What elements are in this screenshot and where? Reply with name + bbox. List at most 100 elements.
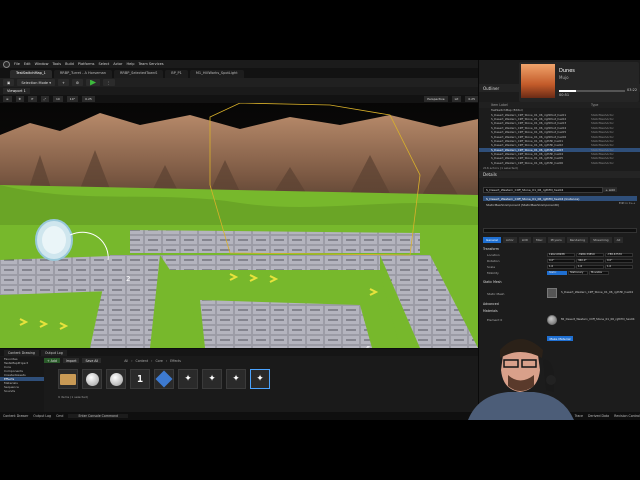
status-cmd[interactable]: Cmd bbox=[56, 414, 63, 418]
menu-build[interactable]: Build bbox=[65, 62, 74, 66]
transform-rotate-icon[interactable]: ⟳ bbox=[28, 96, 37, 102]
category-tab[interactable]: Actor bbox=[502, 237, 517, 243]
status-revision-control[interactable]: Revision Control bbox=[614, 414, 640, 418]
grid-snap-value[interactable]: 10 bbox=[52, 96, 63, 102]
status-output-log[interactable]: Output Log bbox=[33, 414, 51, 418]
menu-select[interactable]: Select bbox=[98, 62, 109, 66]
rotation-x-field[interactable]: 0.0° bbox=[547, 258, 575, 263]
outliner-row[interactable]: S_Desert_Western_Cliff_Stone_01_06_rgthf… bbox=[479, 161, 640, 165]
menu-team-services[interactable]: Team Services bbox=[138, 62, 163, 66]
mesh-thumbnail[interactable] bbox=[547, 288, 557, 298]
play-options-button[interactable]: ⋮ bbox=[103, 79, 115, 86]
details-search-input[interactable] bbox=[483, 228, 637, 233]
niagara-asset[interactable]: ✦ bbox=[178, 369, 198, 389]
menu-edit[interactable]: Edit bbox=[24, 62, 31, 66]
breadcrumb-item[interactable]: Content bbox=[135, 359, 148, 363]
static-mesh-section[interactable]: Static Mesh bbox=[483, 279, 639, 284]
tab-spotlight[interactable]: M1_HillWorks_SpotLight bbox=[189, 70, 244, 78]
category-tab[interactable]: Rendering bbox=[566, 237, 589, 243]
transform-scale-icon[interactable]: ⤢ bbox=[40, 96, 49, 102]
material-asset[interactable] bbox=[82, 369, 102, 389]
tab-turret[interactable]: RRBP_Turret - A Horseman bbox=[53, 70, 112, 78]
import-button[interactable]: Import bbox=[62, 358, 80, 363]
menu-platforms[interactable]: Platforms bbox=[78, 62, 95, 66]
category-tab[interactable]: LOD bbox=[518, 237, 531, 243]
mobility-static[interactable]: Static bbox=[547, 270, 567, 275]
mobility-stationary[interactable]: Stationary bbox=[568, 270, 588, 275]
transform-move-icon[interactable]: ✥ bbox=[15, 96, 25, 102]
menu-help[interactable]: Help bbox=[127, 62, 135, 66]
camera-speed-value[interactable]: 0.25 bbox=[465, 96, 478, 102]
unreal-logo-icon[interactable] bbox=[3, 60, 10, 68]
location-z-field[interactable]: -788.67570 bbox=[605, 252, 633, 257]
tab-output-log[interactable]: Output Log bbox=[40, 349, 67, 356]
category-tab[interactable]: Physics bbox=[547, 237, 565, 243]
tree-item[interactable]: Sounds bbox=[0, 389, 44, 393]
menu-window[interactable]: Window bbox=[35, 62, 49, 66]
menu-actor[interactable]: Actor bbox=[113, 62, 122, 66]
menu-tools[interactable]: Tools bbox=[52, 62, 61, 66]
category-tab[interactable]: Streaming bbox=[590, 237, 612, 243]
actor-name-field[interactable]: S_Desert_Western_Cliff_Stone_01_06_rgthf… bbox=[483, 187, 603, 193]
progress-bar[interactable] bbox=[559, 90, 625, 92]
add-actor-button[interactable]: + bbox=[57, 79, 69, 86]
static-mesh-value[interactable]: S_Desert_Western_Cliff_Stone_01_06_rgthf… bbox=[561, 290, 633, 294]
rotation-snap-value[interactable]: 10° bbox=[66, 96, 79, 102]
add-component-button[interactable]: + Add bbox=[603, 187, 617, 192]
breadcrumb-item[interactable]: All bbox=[124, 359, 128, 363]
status-content-drawer[interactable]: Content Drawer bbox=[3, 414, 28, 418]
transform-section[interactable]: Transform bbox=[483, 246, 639, 251]
save-button[interactable]: ▣ bbox=[3, 79, 15, 86]
status-derived-data[interactable]: Derived Data bbox=[588, 414, 609, 418]
folder-asset[interactable] bbox=[58, 369, 78, 389]
save-all-button[interactable]: Save All bbox=[82, 358, 102, 363]
niagara-asset[interactable]: ✦ bbox=[202, 369, 222, 389]
content-toolbar: + Add Import Save All All › Content › Co… bbox=[44, 357, 478, 364]
material-asset[interactable] bbox=[106, 369, 126, 389]
webcam-overlay bbox=[448, 320, 578, 420]
tab-selected-town[interactable]: RRBP_SelectedTownS bbox=[114, 70, 164, 78]
category-tab[interactable]: All bbox=[613, 237, 624, 243]
add-button[interactable]: + Add bbox=[44, 358, 60, 363]
location-y-field[interactable]: -3980.33859 bbox=[576, 252, 604, 257]
category-tab[interactable]: Misc bbox=[532, 237, 546, 243]
viewport-menu-button[interactable]: ≡ bbox=[3, 96, 12, 102]
scale-snap-value[interactable]: 0.25 bbox=[82, 96, 95, 102]
menu-file[interactable]: File bbox=[14, 62, 20, 66]
column-type[interactable]: Type bbox=[591, 103, 598, 107]
star-icon: ✦ bbox=[232, 373, 240, 384]
niagara-asset-selected[interactable]: ✦ bbox=[250, 369, 270, 389]
materials-section[interactable]: Materials bbox=[483, 308, 639, 313]
category-tab[interactable]: General bbox=[483, 237, 501, 243]
viewport-tab[interactable]: Viewport 1 bbox=[3, 88, 30, 94]
level-viewport[interactable]: 2 6 12 bbox=[0, 95, 478, 348]
perspective-dropdown[interactable]: Perspective bbox=[424, 96, 448, 102]
blueprint-button[interactable]: ⚙ bbox=[71, 79, 84, 86]
mobility-movable[interactable]: Movable bbox=[589, 270, 609, 275]
tab-level[interactable]: TestSwitchMap_1 bbox=[10, 70, 52, 78]
selection-mode-dropdown[interactable]: Selection Mode ▾ bbox=[17, 79, 55, 86]
location-x-field[interactable]: 1962.08938 bbox=[547, 252, 575, 257]
breadcrumb-item[interactable]: Core bbox=[155, 359, 162, 363]
component-child[interactable]: StaticMeshComponent (StaticMeshComponent… bbox=[483, 202, 637, 207]
rotation-y-field[interactable]: 360.0° bbox=[576, 258, 604, 263]
music-widget[interactable]: Dunes Mujo 00:51 03:22 bbox=[519, 62, 639, 102]
rotation-z-field[interactable]: 0.0° bbox=[605, 258, 633, 263]
scale-x-field[interactable]: 1.0 bbox=[547, 264, 575, 269]
breadcrumb-item[interactable]: Effects bbox=[170, 359, 181, 363]
details-header: Details bbox=[479, 171, 640, 178]
niagara-asset[interactable]: ✦ bbox=[226, 369, 246, 389]
tab-content-drawer[interactable]: Content Drawing bbox=[4, 349, 39, 356]
texture-asset[interactable]: 1 bbox=[130, 369, 150, 389]
scale-y-field[interactable]: 1.0 bbox=[576, 264, 604, 269]
advanced-section[interactable]: Advanced bbox=[483, 301, 639, 306]
main-toolbar: ▣ Selection Mode ▾ + ⚙ ⋮ bbox=[0, 78, 478, 87]
play-button[interactable] bbox=[86, 79, 101, 86]
mesh-asset[interactable] bbox=[154, 369, 174, 389]
component-root[interactable]: S_Desert_Western_Cliff_Stone_01_06_rgthf… bbox=[483, 196, 637, 201]
status-console-input[interactable]: Enter Console Command bbox=[68, 414, 129, 418]
tab-bp-p1[interactable]: BP_P1 bbox=[165, 70, 188, 78]
lit-dropdown[interactable]: Lit bbox=[451, 96, 462, 102]
column-label[interactable]: Item Label bbox=[491, 103, 508, 107]
scale-z-field[interactable]: 1.0 bbox=[605, 264, 633, 269]
